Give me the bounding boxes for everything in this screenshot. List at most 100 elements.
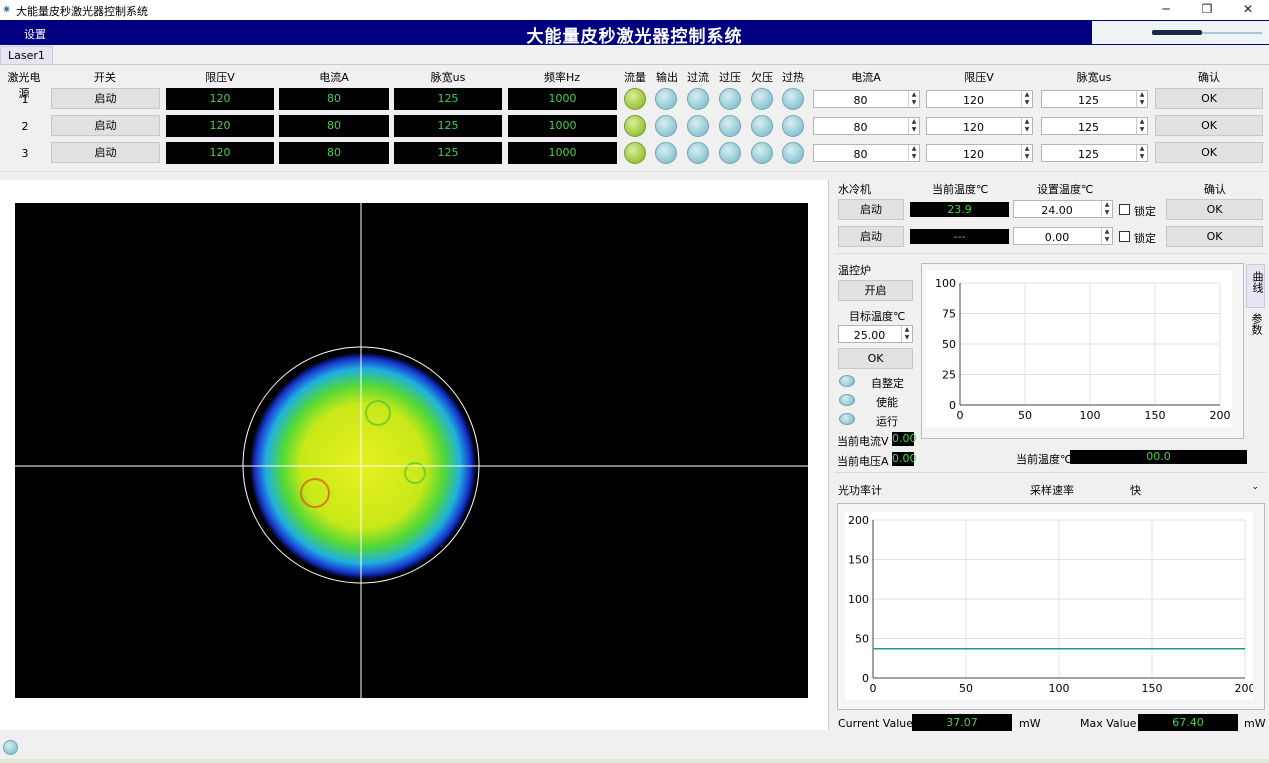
undervoltage-status-led (751, 88, 773, 110)
tab-laser1[interactable]: Laser1 (0, 46, 53, 64)
header-9: 过压 (719, 71, 741, 84)
x-tick-label: 0 (870, 682, 877, 695)
current-display: 80 (279, 142, 389, 164)
pulse-set-input[interactable]: 125 ▲ ▼ (1041, 117, 1148, 135)
output-status-led (655, 142, 677, 164)
header-1: 开关 (94, 71, 116, 84)
current-set-input-value: 80 (853, 121, 868, 134)
header-3: 电流A (319, 71, 349, 84)
chiller1-current-temp: 23.9 (910, 202, 1009, 217)
confirm-ok-button[interactable]: OK (1155, 142, 1263, 163)
header-11: 过热 (782, 71, 804, 84)
chiller2-start-button[interactable]: 启动 (838, 226, 904, 247)
connection-status-led (3, 740, 18, 755)
chiller2-lock-checkbox[interactable] (1119, 231, 1130, 242)
beam-profile-image (15, 203, 808, 698)
spinner-arrows-icon[interactable]: ▲ ▼ (901, 326, 912, 342)
minimize-button[interactable]: ─ (1156, 2, 1176, 16)
spinner-arrows-icon[interactable]: ▲ ▼ (1136, 91, 1147, 107)
app-header-title: 大能量皮秒激光器控制系统 (526, 27, 743, 47)
x-tick-label: 50 (1018, 409, 1032, 422)
current-display: 80 (279, 88, 389, 110)
tab-curve[interactable]: 曲线 (1246, 264, 1265, 308)
app-icon: ✷ (2, 3, 12, 16)
y-tick-label: 200 (848, 514, 869, 527)
confirm-ok-button[interactable]: OK (1155, 115, 1263, 136)
current-set-input-value: 80 (853, 94, 868, 107)
current-set-input[interactable]: 80 ▲ ▼ (813, 144, 920, 162)
switch-button[interactable]: 启动 (51, 88, 160, 109)
oven-temp-chart: 0 50 100 150 200 0 25 50 75 100 (926, 270, 1232, 427)
tab-params[interactable]: 参数 (1246, 309, 1265, 349)
pulse-set-input-value: 125 (1078, 148, 1099, 161)
overheat-status-led (782, 88, 804, 110)
oven-open-button[interactable]: 开启 (838, 280, 913, 301)
header-14: 脉宽us (1076, 71, 1112, 84)
pulse-set-input[interactable]: 125 ▲ ▼ (1041, 90, 1148, 108)
chiller-set-temp-header: 设置温度℃ (1037, 183, 1094, 196)
pulse-set-input[interactable]: 125 ▲ ▼ (1041, 144, 1148, 162)
chiller-confirm-header: 确认 (1204, 183, 1226, 196)
running-status-led (839, 413, 855, 425)
maximize-button[interactable]: ❐ (1197, 2, 1217, 16)
voltage-set-input[interactable]: 120 ▲ ▼ (926, 90, 1033, 108)
current-set-input[interactable]: 80 ▲ ▼ (813, 117, 920, 135)
x-tick-label: 100 (1080, 409, 1101, 422)
confirm-ok-button[interactable]: OK (1155, 88, 1263, 109)
spinner-arrows-icon[interactable]: ▲ ▼ (908, 118, 919, 134)
sample-rate-label: 采样速率 (1030, 484, 1074, 497)
beam-profile-svg (15, 203, 808, 698)
y-tick-label: 0 (862, 672, 869, 685)
spinner-arrows-icon[interactable]: ▲ ▼ (1101, 228, 1112, 244)
row-index: 1 (21, 93, 29, 106)
flow-status-led (624, 88, 646, 110)
freq-display: 1000 (508, 88, 617, 110)
sample-rate-select[interactable]: 快 ⌄ (1126, 479, 1265, 498)
current-set-input[interactable]: 80 ▲ ▼ (813, 90, 920, 108)
chiller1-set-temp-input[interactable]: 24.00 ▲ ▼ (1013, 200, 1113, 218)
spinner-arrows-icon[interactable]: ▲ ▼ (908, 145, 919, 161)
spinner-arrows-icon[interactable]: ▲ ▼ (1021, 145, 1032, 161)
spinner-arrows-icon[interactable]: ▲ ▼ (1021, 118, 1032, 134)
oven-current-v-value: 0.00 (892, 432, 917, 446)
overcurrent-status-led (687, 88, 709, 110)
header-2: 限压V (205, 71, 235, 84)
header-13: 限压V (964, 71, 994, 84)
chiller1-lock-checkbox[interactable] (1119, 204, 1130, 215)
x-tick-label: 0 (957, 409, 964, 422)
spinner-arrows-icon[interactable]: ▲ ▼ (1136, 118, 1147, 134)
chevron-down-icon[interactable]: ⌄ (1251, 482, 1259, 492)
oven-ok-button[interactable]: OK (838, 348, 913, 369)
chiller2-ok-button[interactable]: OK (1166, 226, 1263, 247)
y-tick-label: 50 (942, 338, 956, 351)
running-status-label: 运行 (876, 415, 898, 428)
tab-curve-label: 曲线 (1251, 271, 1264, 293)
spinner-arrows-icon[interactable]: ▲ ▼ (908, 91, 919, 107)
row-index: 3 (21, 147, 29, 160)
x-tick-label: 150 (1145, 409, 1166, 422)
switch-button[interactable]: 启动 (51, 142, 160, 163)
voltage-set-input[interactable]: 120 ▲ ▼ (926, 144, 1033, 162)
power-meter-title: 光功率计 (838, 484, 882, 497)
tab-params-label: 参数 (1250, 313, 1263, 335)
chiller1-start-button[interactable]: 启动 (838, 199, 904, 220)
pulse-set-input-value: 125 (1078, 121, 1099, 134)
spinner-arrows-icon[interactable]: ▲ ▼ (1101, 201, 1112, 217)
oven-target-input[interactable]: 25.00 ▲ ▼ (838, 325, 913, 343)
settings-menu[interactable]: 设置 (24, 26, 46, 42)
chiller2-set-temp-input[interactable]: 0.00 ▲ ▼ (1013, 227, 1113, 245)
switch-button[interactable]: 启动 (51, 115, 160, 136)
oven-current-a-label: 当前电压A (837, 455, 889, 468)
spinner-arrows-icon[interactable]: ▲ ▼ (1136, 145, 1147, 161)
current-value-label: Current Value (838, 717, 914, 730)
close-button[interactable]: ✕ (1238, 2, 1258, 16)
chiller1-set-temp-value: 24.00 (1041, 204, 1073, 217)
chiller2-current-temp: --- (910, 229, 1009, 244)
chiller1-ok-button[interactable]: OK (1166, 199, 1263, 220)
voltage-set-input[interactable]: 120 ▲ ▼ (926, 117, 1033, 135)
spinner-arrows-icon[interactable]: ▲ ▼ (1021, 91, 1032, 107)
y-tick-label: 75 (942, 308, 956, 321)
enable-status-led (839, 394, 855, 406)
header-8: 过流 (687, 71, 709, 84)
freq-display: 1000 (508, 142, 617, 164)
